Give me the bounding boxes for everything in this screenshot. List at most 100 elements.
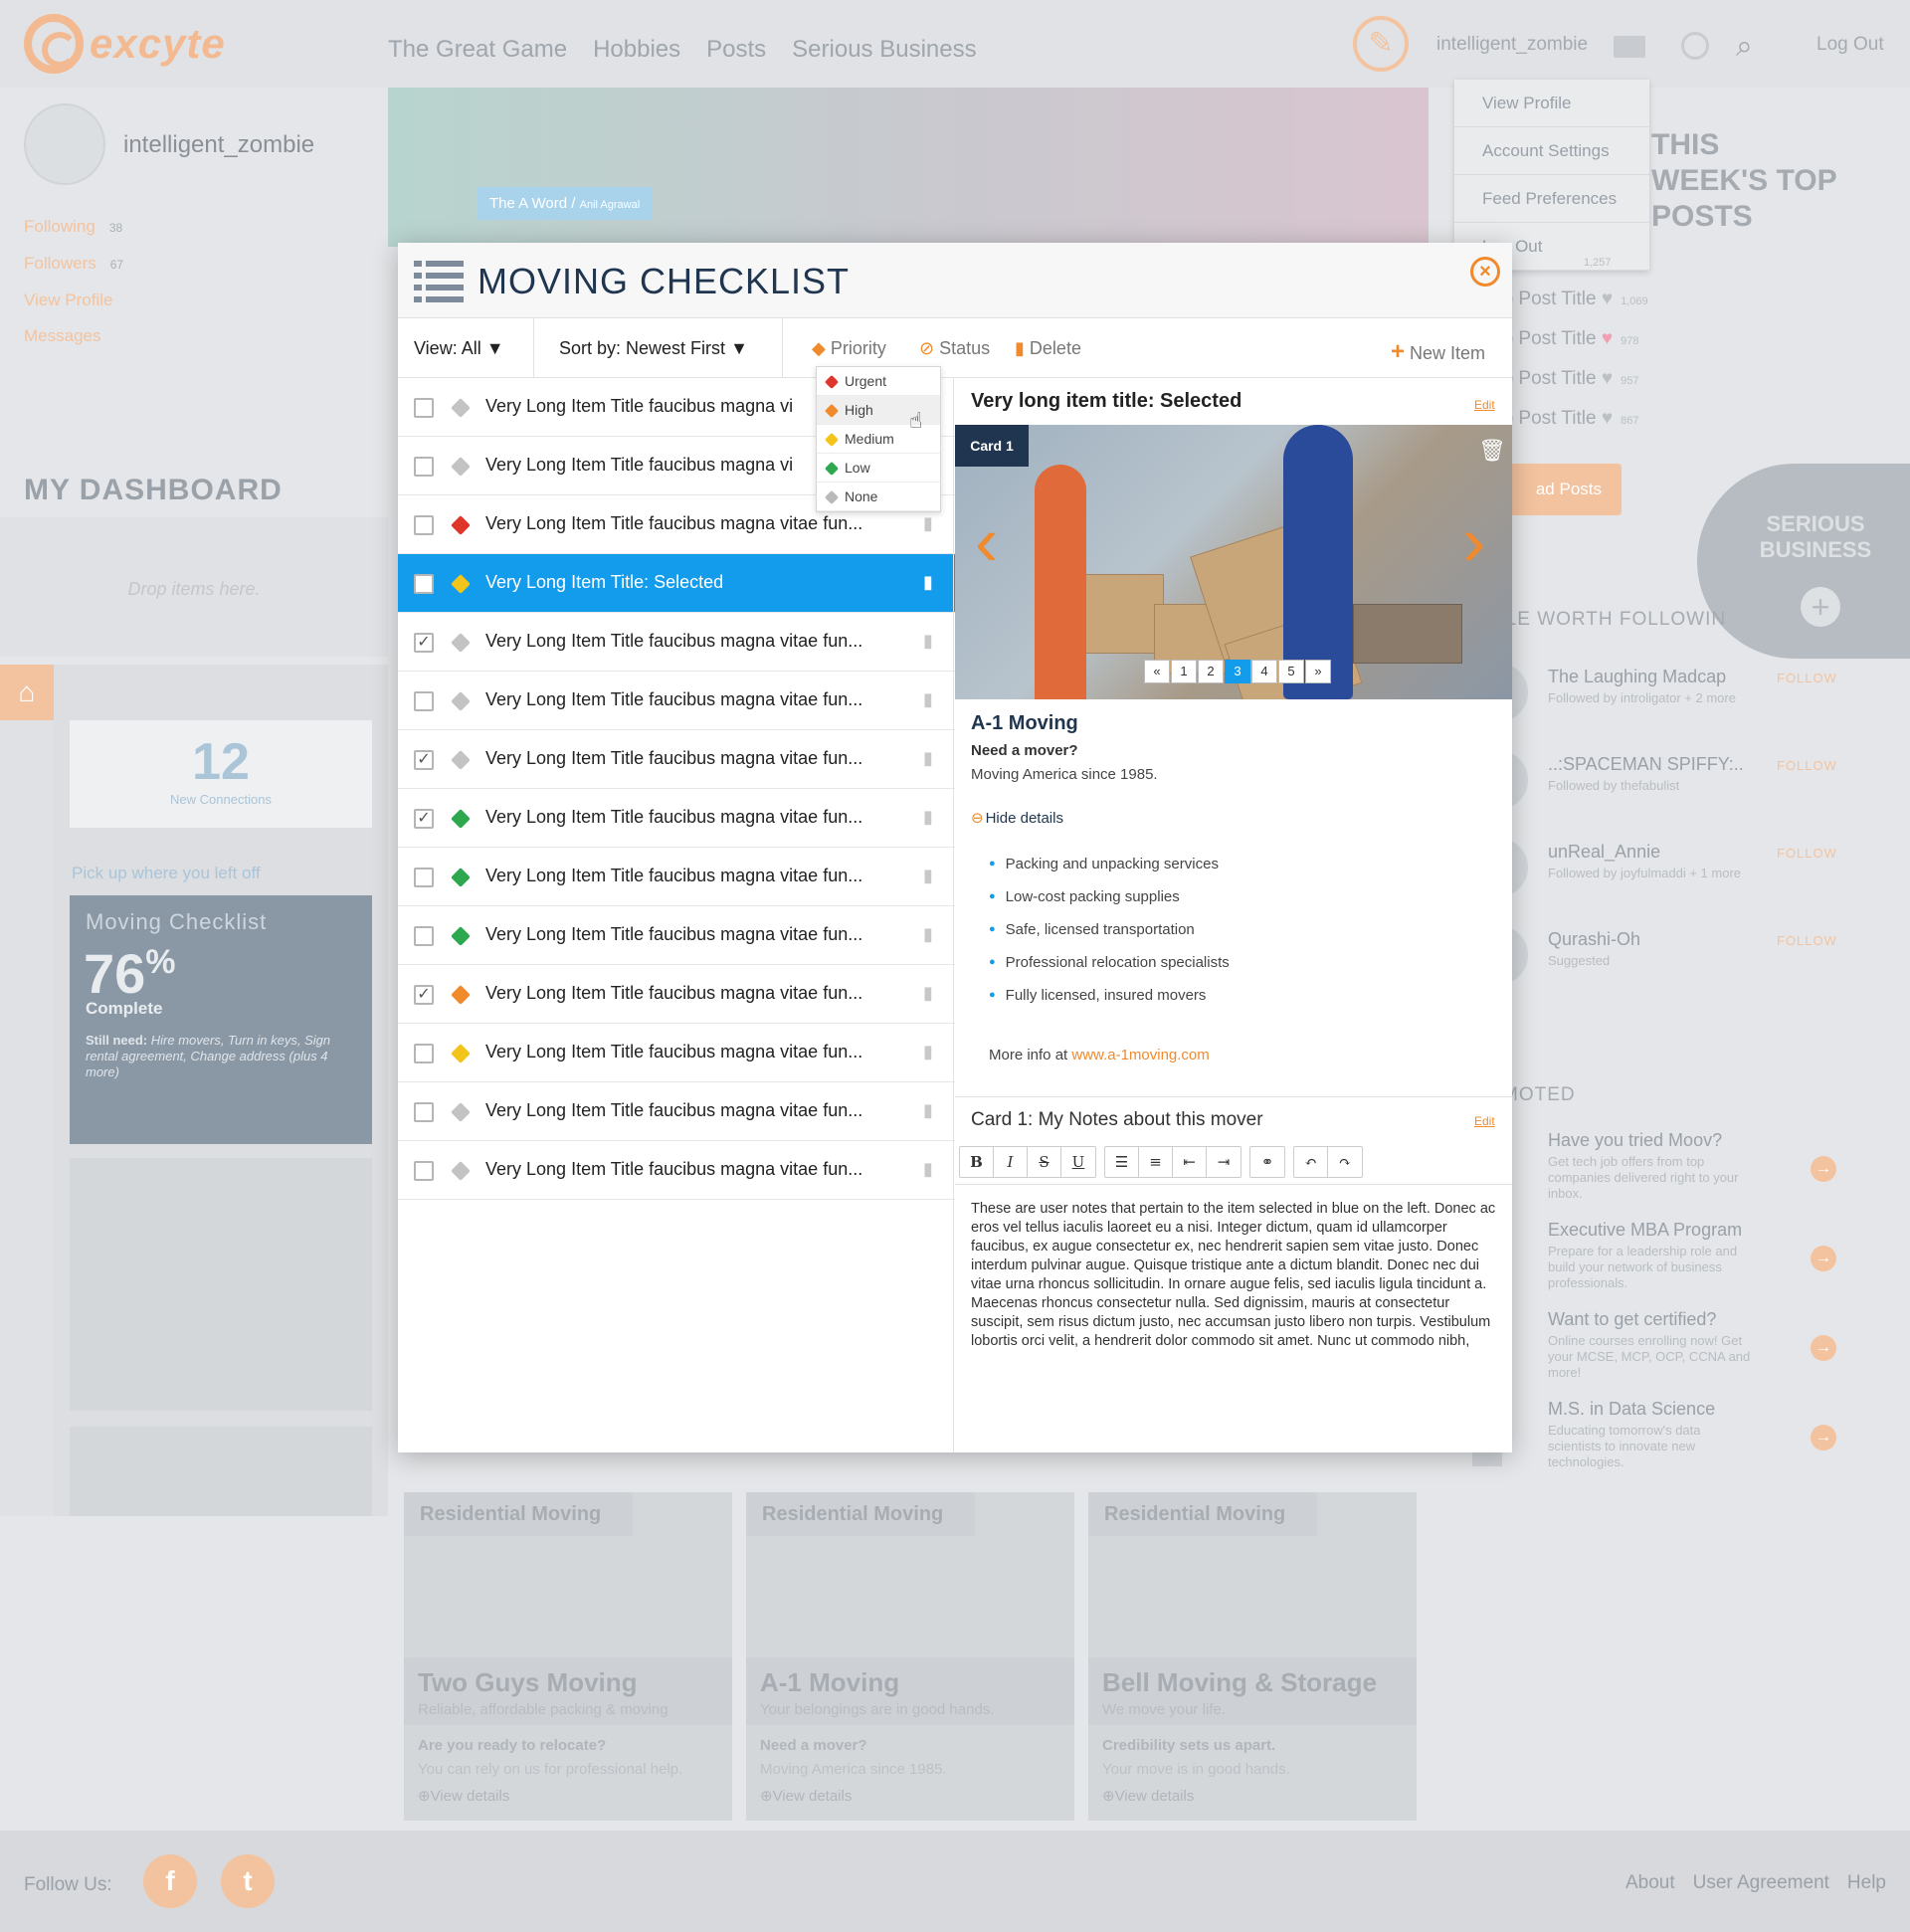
view-details-link[interactable]: ⊕View details	[418, 1787, 509, 1805]
footer-about[interactable]: About	[1625, 1872, 1675, 1894]
indent-icon[interactable]: ⇥	[1207, 1147, 1241, 1177]
plus-icon[interactable]: +	[1801, 587, 1840, 627]
delete-button[interactable]: ▮ Delete	[1015, 338, 1081, 359]
priority-tag-icon[interactable]	[451, 1102, 471, 1122]
hero-tag[interactable]: The A Word / Anil Agrawal	[478, 187, 653, 220]
status-button[interactable]: ⊘ Status	[919, 338, 990, 359]
arrow-right-icon[interactable]: →	[1811, 1156, 1836, 1182]
undo-icon[interactable]: ↶	[1294, 1147, 1328, 1177]
trash-icon[interactable]: ▮	[923, 689, 933, 710]
menu-account-settings[interactable]: Account Settings	[1454, 127, 1649, 175]
follow-name[interactable]: The Laughing Madcap	[1548, 667, 1726, 687]
trash-icon[interactable]: ▮	[923, 1100, 933, 1121]
outdent-icon[interactable]: ⇤	[1173, 1147, 1207, 1177]
table-row[interactable]: ✓ Very Long Item Title faucibus magna vit…	[398, 965, 955, 1024]
item-checkbox[interactable]	[414, 398, 434, 418]
page-button[interactable]: 2	[1198, 660, 1224, 683]
numbered-list-icon[interactable]: ≡	[1139, 1147, 1173, 1177]
top-post-item[interactable]: op Post Title ♥ 957	[1492, 360, 1648, 400]
table-row-selected[interactable]: Very Long Item Title: Selected ▮	[398, 554, 955, 613]
priority-tag-icon[interactable]	[451, 457, 471, 477]
nav-serious-business[interactable]: Serious Business	[792, 36, 976, 64]
trash-icon[interactable]: ▮	[923, 866, 933, 886]
priority-tag-icon[interactable]	[451, 750, 471, 770]
view-details-link[interactable]: ⊕View details	[760, 1787, 852, 1805]
new-item-button[interactable]: + New Item	[1391, 338, 1485, 366]
follow-name[interactable]: Qurashi-Oh	[1548, 929, 1640, 950]
chevron-left-icon[interactable]: ‹	[975, 506, 998, 576]
list-item[interactable]: Have you tried Moov? Get tech job offers …	[1472, 1130, 1870, 1220]
priority-tag-icon[interactable]	[451, 1044, 471, 1063]
nav-great-game[interactable]: The Great Game	[388, 36, 567, 64]
table-row[interactable]: Very Long Item Title faucibus magna vita…	[398, 906, 955, 965]
table-row[interactable]: Very Long Item Title faucibus magna vita…	[398, 1141, 955, 1200]
trash-icon[interactable]: ▮	[923, 1042, 933, 1063]
item-checkbox[interactable]	[414, 1044, 434, 1063]
mover-card[interactable]: Residential Moving A-1 Moving Your belong…	[746, 1492, 1074, 1821]
table-row[interactable]: ✓ Very Long Item Title faucibus magna vit…	[398, 730, 955, 789]
followers-link[interactable]: Followers	[24, 254, 96, 273]
priority-tag-icon[interactable]	[451, 515, 471, 535]
redo-icon[interactable]: ↷	[1328, 1147, 1362, 1177]
notifications-icon[interactable]	[1681, 32, 1709, 60]
notes-edit-link[interactable]: Edit	[1474, 1114, 1495, 1128]
detail-edit-link[interactable]: Edit	[1474, 398, 1495, 412]
table-row[interactable]: Very Long Item Title faucibus magna vita…	[398, 848, 955, 906]
view-details-link[interactable]: ⊕View details	[1102, 1787, 1194, 1805]
priority-tag-icon[interactable]	[451, 574, 471, 594]
list-item[interactable]: Executive MBA Program Prepare for a leade…	[1472, 1220, 1870, 1309]
chevron-right-icon[interactable]: ›	[1462, 506, 1485, 576]
item-checkbox[interactable]	[414, 1102, 434, 1122]
item-checkbox[interactable]: ✓	[414, 985, 434, 1005]
item-checkbox[interactable]	[414, 691, 434, 711]
trash-icon[interactable]: ▮	[923, 807, 933, 828]
page-button[interactable]: 3	[1225, 660, 1250, 683]
item-checkbox[interactable]: ✓	[414, 809, 434, 829]
header-username[interactable]: intelligent_zombie	[1436, 34, 1588, 56]
trash-icon[interactable]: 🗑	[1478, 438, 1506, 464]
follow-button[interactable]: FOLLOW	[1777, 933, 1837, 948]
messages-link[interactable]: Messages	[24, 318, 123, 354]
arrow-right-icon[interactable]: →	[1811, 1246, 1836, 1271]
item-checkbox[interactable]	[414, 926, 434, 946]
table-row[interactable]: Very Long Item Title faucibus magna vita…	[398, 672, 955, 730]
close-icon[interactable]: ×	[1470, 257, 1500, 287]
view-filter-dropdown[interactable]: View: All ▼	[414, 338, 504, 359]
priority-tag-icon[interactable]	[451, 633, 471, 653]
table-row[interactable]: Very Long Item Title faucibus magna vita…	[398, 1082, 955, 1141]
hide-details-link[interactable]: ⊖ Hide details	[971, 809, 1063, 827]
item-checkbox[interactable]	[414, 574, 434, 594]
priority-tag-icon[interactable]	[451, 868, 471, 887]
list-item[interactable]: M.S. in Data Science Educating tomorrow's…	[1472, 1399, 1870, 1488]
table-row[interactable]: Very Long Item Title faucibus magna vita…	[398, 1024, 955, 1082]
mover-card[interactable]: Residential Moving Two Guys Moving Reliab…	[404, 1492, 732, 1821]
top-post-item[interactable]: op Post Title ♥ 1,069	[1492, 281, 1648, 320]
item-checkbox[interactable]	[414, 868, 434, 887]
list-item[interactable]: Want to get certified? Online courses enr…	[1472, 1309, 1870, 1399]
bullet-list-icon[interactable]: ☰	[1105, 1147, 1139, 1177]
footer-help[interactable]: Help	[1847, 1872, 1886, 1894]
website-link[interactable]: www.a-1moving.com	[1071, 1047, 1209, 1063]
underline-icon[interactable]: U	[1061, 1147, 1095, 1177]
trash-icon[interactable]: ▮	[923, 983, 933, 1004]
priority-tag-icon[interactable]	[451, 1161, 471, 1181]
nav-posts[interactable]: Posts	[706, 36, 766, 64]
item-checkbox[interactable]	[414, 515, 434, 535]
twitter-icon[interactable]: t	[221, 1854, 275, 1908]
priority-tag-icon[interactable]	[451, 809, 471, 829]
follow-button[interactable]: FOLLOW	[1777, 758, 1837, 773]
strikethrough-icon[interactable]: S	[1028, 1147, 1061, 1177]
trash-icon[interactable]: ▮	[923, 924, 933, 945]
priority-tag-icon[interactable]	[451, 691, 471, 711]
follow-name[interactable]: ..:SPACEMAN SPIFFY:..	[1548, 754, 1744, 775]
item-checkbox[interactable]: ✓	[414, 750, 434, 770]
facebook-icon[interactable]: f	[143, 1854, 197, 1908]
notes-textarea[interactable]: These are user notes that pertain to the…	[971, 1200, 1504, 1351]
priority-option-urgent[interactable]: Urgent	[817, 367, 940, 396]
follow-name[interactable]: unReal_Annie	[1548, 842, 1660, 863]
trash-icon[interactable]: ▮	[923, 631, 933, 652]
bold-icon[interactable]: B	[960, 1147, 994, 1177]
table-row[interactable]: ✓ Very Long Item Title faucibus magna vit…	[398, 613, 955, 672]
trash-icon[interactable]: ▮	[923, 572, 933, 593]
page-button[interactable]: 1	[1171, 660, 1197, 683]
